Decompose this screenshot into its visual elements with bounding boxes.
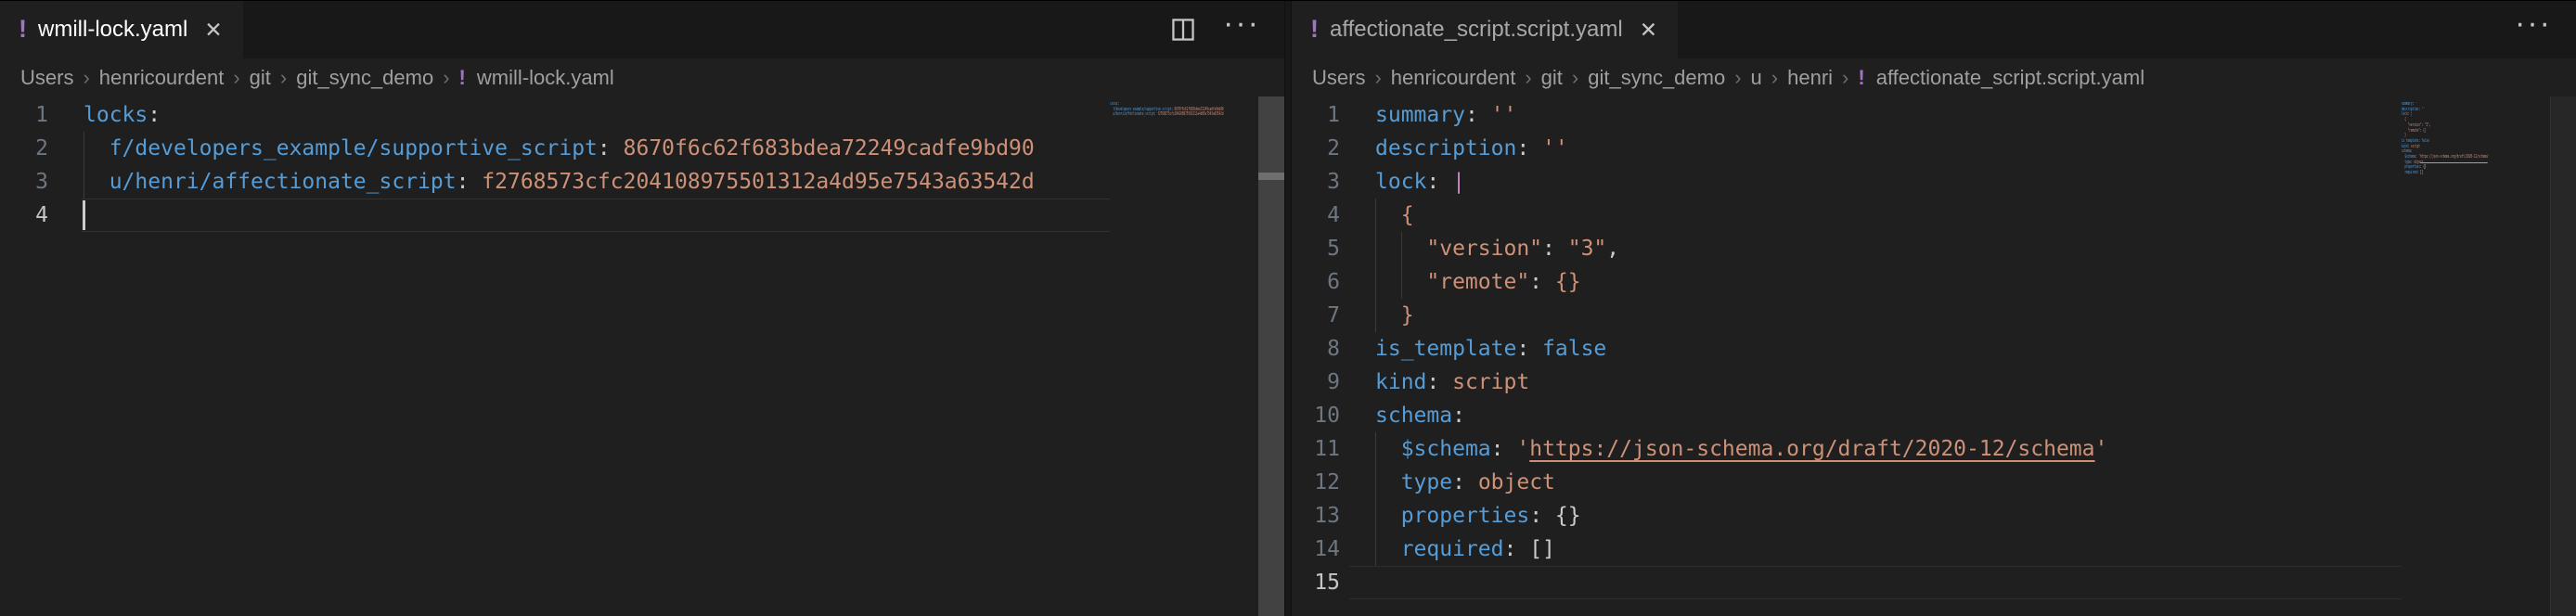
vertical-scrollbar-left[interactable] (1258, 96, 1284, 616)
code-line[interactable]: 2 f/developers_example/supportive_script… (0, 132, 1110, 165)
yaml-file-icon: ! (459, 66, 466, 90)
text-cursor (83, 200, 85, 230)
breadcrumb-separator: › (83, 66, 89, 90)
line-number: 8 (1292, 332, 1340, 366)
code-area-right[interactable]: 1summary: ''2description: ''3lock: |4 {5… (1292, 98, 2402, 599)
line-number: 3 (1292, 165, 1340, 199)
breadcrumb-separator: › (1842, 66, 1848, 90)
tab-label: wmill-lock.yaml (38, 17, 187, 43)
line-number: 9 (1292, 366, 1340, 399)
tab-actions-right: ··· (2515, 1, 2576, 58)
breadcrumb-separator: › (1734, 66, 1741, 90)
breadcrumb-item[interactable]: git_sync_demo (1588, 66, 1725, 90)
breadcrumb-file[interactable]: affectionate_script.script.yaml (1876, 66, 2145, 90)
line-number: 6 (1292, 265, 1340, 299)
close-tab-icon[interactable]: ✕ (1640, 19, 1657, 41)
code-line[interactable]: 9kind: script (1292, 366, 2402, 399)
line-number: 7 (1292, 299, 1340, 332)
breadcrumb-file[interactable]: wmill-lock.yaml (477, 66, 614, 90)
split-editor-icon[interactable] (1171, 18, 1195, 42)
editor-group-left: ! wmill-lock.yaml ✕ ··· Users › henricourd… (0, 1, 1284, 616)
code-line[interactable]: 3lock: | (1292, 165, 2402, 199)
breadcrumb-separator: › (280, 66, 287, 90)
breadcrumb-item[interactable]: git (250, 66, 271, 90)
line-number: 1 (0, 98, 48, 132)
breadcrumb-separator: › (1374, 66, 1381, 90)
scrollbar-slider[interactable] (2550, 96, 2576, 616)
tab-affectionate-script[interactable]: ! affectionate_script.script.yaml ✕ (1292, 1, 1679, 58)
vertical-scrollbar-right[interactable] (2550, 96, 2576, 616)
code-line[interactable]: 10schema: (1292, 399, 2402, 432)
yaml-file-icon: ! (1310, 17, 1319, 42)
tab-wmill-lock[interactable]: ! wmill-lock.yaml ✕ (0, 1, 244, 58)
breadcrumb-separator: › (1525, 66, 1531, 90)
code-line[interactable]: 4 (0, 199, 1110, 232)
editor-group-right: ! affectionate_script.script.yaml ✕ ··· … (1292, 1, 2576, 616)
tab-actions-left: ··· (1171, 1, 1284, 58)
breadcrumb-item[interactable]: u (1751, 66, 1762, 90)
line-number: 5 (1292, 232, 1340, 265)
breadcrumb-item[interactable]: henricourdent (1391, 66, 1516, 90)
editor-group-sash[interactable] (1284, 1, 1292, 616)
breadcrumb-item[interactable]: git_sync_demo (296, 66, 433, 90)
line-number: 4 (0, 199, 48, 232)
line-number: 10 (1292, 399, 1340, 432)
breadcrumb-item[interactable]: Users (20, 66, 73, 90)
editor-left[interactable]: 1locks:2 f/developers_example/supportive… (0, 96, 1284, 616)
code-line[interactable]: 3 u/henri/affectionate_script: f2768573c… (0, 165, 1110, 199)
breadcrumb-item[interactable]: henricourdent (99, 66, 225, 90)
tab-bar-right: ! affectionate_script.script.yaml ✕ ··· (1292, 1, 2576, 58)
line-number: 13 (1292, 499, 1340, 533)
close-tab-icon[interactable]: ✕ (204, 19, 222, 41)
code-line[interactable]: 6 "remote": {} (1292, 265, 2402, 299)
line-number: 12 (1292, 466, 1340, 499)
line-number: 4 (1292, 199, 1340, 232)
line-number: 11 (1292, 432, 1340, 466)
vscode-editor-window: ! wmill-lock.yaml ✕ ··· Users › henricourd… (0, 1, 2576, 616)
breadcrumb-separator: › (443, 66, 449, 90)
code-line[interactable]: 7 } (1292, 299, 2402, 332)
code-line[interactable]: 1locks: (0, 98, 1110, 132)
code-line[interactable]: 5 "version": "3", (1292, 232, 2402, 265)
code-line[interactable]: 8is_template: false (1292, 332, 2402, 366)
breadcrumb-item[interactable]: henri (1787, 66, 1833, 90)
yaml-file-icon: ! (19, 17, 27, 42)
breadcrumb-separator: › (1572, 66, 1578, 90)
line-number: 14 (1292, 533, 1340, 566)
code-line[interactable]: 1summary: '' (1292, 98, 2402, 132)
code-area-left[interactable]: 1locks:2 f/developers_example/supportive… (0, 98, 1110, 232)
code-line[interactable]: 14 required: [] (1292, 533, 2402, 566)
more-actions-icon[interactable]: ··· (1223, 18, 1260, 31)
line-number: 2 (0, 132, 48, 165)
code-line[interactable]: 11 $schema: 'https://json-schema.org/dra… (1292, 432, 2402, 466)
breadcrumb-right[interactable]: Users › henricourdent › git › git_sync_demo › u ›… (1292, 58, 2576, 96)
breadcrumb-separator: › (1771, 66, 1778, 90)
code-line[interactable]: 12 type: object (1292, 466, 2402, 499)
minimap-left[interactable]: locks: f/developers_example/supportive_s… (1110, 102, 1258, 616)
line-number: 3 (0, 165, 48, 199)
more-actions-icon[interactable]: ··· (2515, 18, 2552, 31)
code-line[interactable]: 15 (1292, 566, 2402, 599)
code-line[interactable]: 13 properties: {} (1292, 499, 2402, 533)
line-number: 2 (1292, 132, 1340, 165)
code-line[interactable]: 4 { (1292, 199, 2402, 232)
code-line[interactable]: 2description: '' (1292, 132, 2402, 165)
line-number: 1 (1292, 98, 1340, 132)
breadcrumb-item[interactable]: git (1541, 66, 1563, 90)
line-number: 15 (1292, 566, 1340, 599)
tab-label: affectionate_script.script.yaml (1330, 17, 1623, 43)
breadcrumb-separator: › (233, 66, 239, 90)
editor-right[interactable]: 1summary: ''2description: ''3lock: |4 {5… (1292, 96, 2576, 616)
scrollbar-cursor-decoration (1258, 173, 1284, 180)
yaml-file-icon: ! (1858, 66, 1864, 90)
breadcrumb-left[interactable]: Users › henricourdent › git › git_sync_demo ›! w… (0, 58, 1284, 96)
tab-bar-left: ! wmill-lock.yaml ✕ ··· (0, 1, 1284, 58)
minimap-right[interactable]: summary: '' description: '' lock: | { "v… (2402, 102, 2550, 616)
breadcrumb-item[interactable]: Users (1312, 66, 1365, 90)
